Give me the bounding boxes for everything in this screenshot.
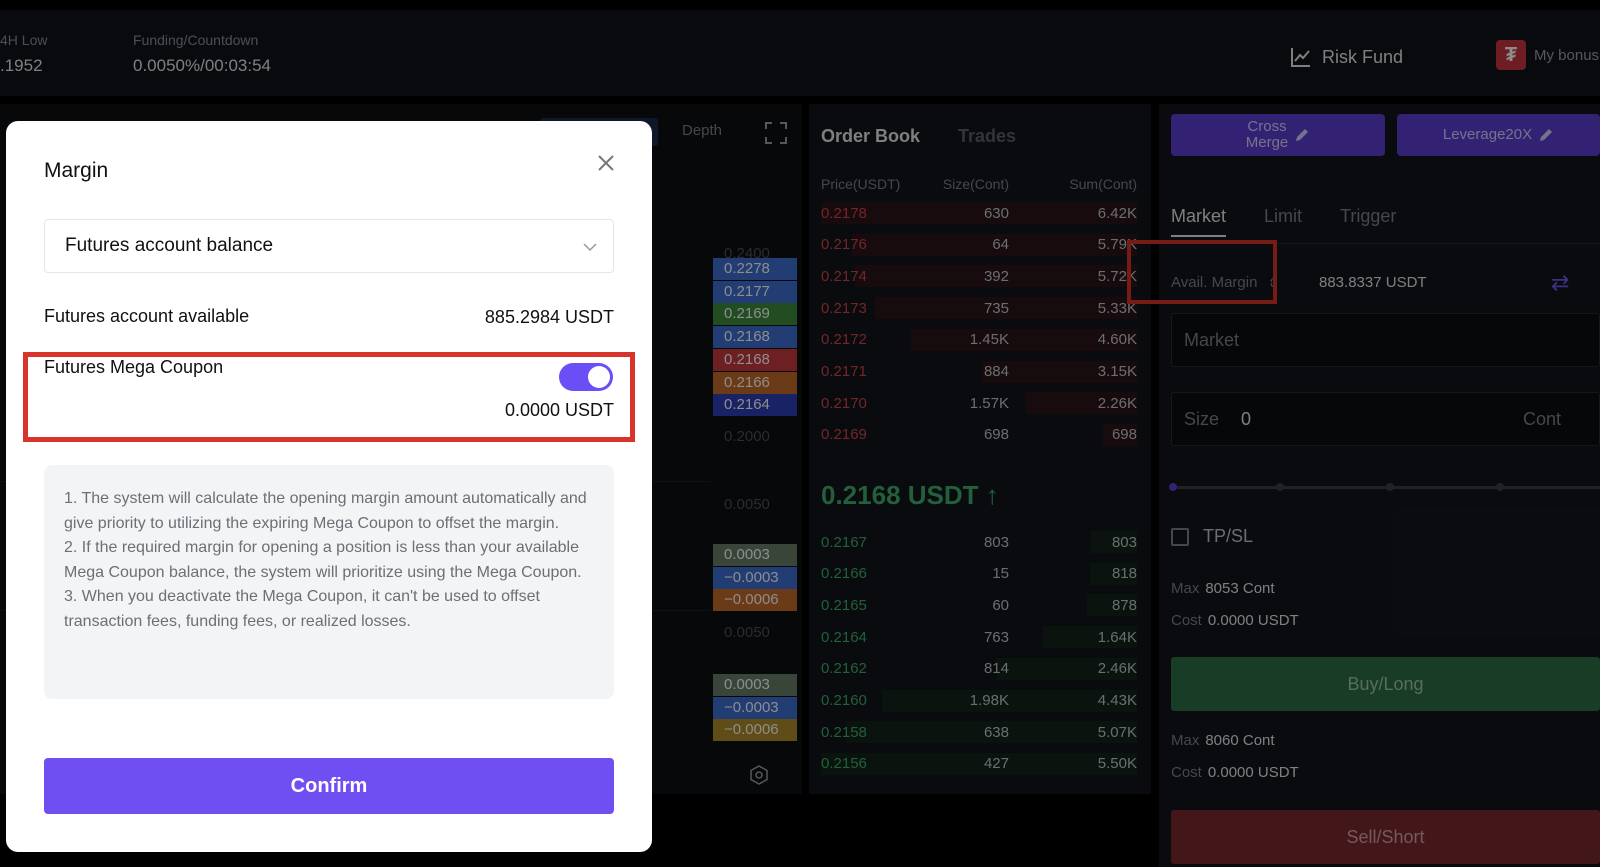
note-item: 1. The system will calculate the opening… [64, 490, 587, 532]
toggle-knob [588, 366, 610, 388]
available-value: 885.2984 USDT [484, 307, 614, 327]
coupon-toggle[interactable] [559, 363, 613, 391]
confirm-button[interactable]: Confirm [44, 758, 614, 814]
coupon-value: 0.0000 USDT [504, 400, 614, 420]
modal-title: Margin [44, 159, 109, 182]
coupon-label: Futures Mega Coupon [44, 357, 224, 377]
note-item: 2. If the required margin for opening a … [64, 539, 582, 581]
info-note: 1. The system will calculate the opening… [44, 465, 614, 699]
margin-source-value: Futures account balance [65, 235, 274, 256]
close-icon[interactable] [594, 151, 618, 175]
margin-source-select[interactable]: Futures account balance [44, 219, 614, 273]
note-item: 3. When you deactivate the Mega Coupon, … [64, 588, 540, 630]
chevron-down-icon [583, 243, 597, 252]
margin-modal: Margin Futures account balance Futures a… [6, 121, 652, 852]
available-label: Futures account available [44, 306, 250, 326]
